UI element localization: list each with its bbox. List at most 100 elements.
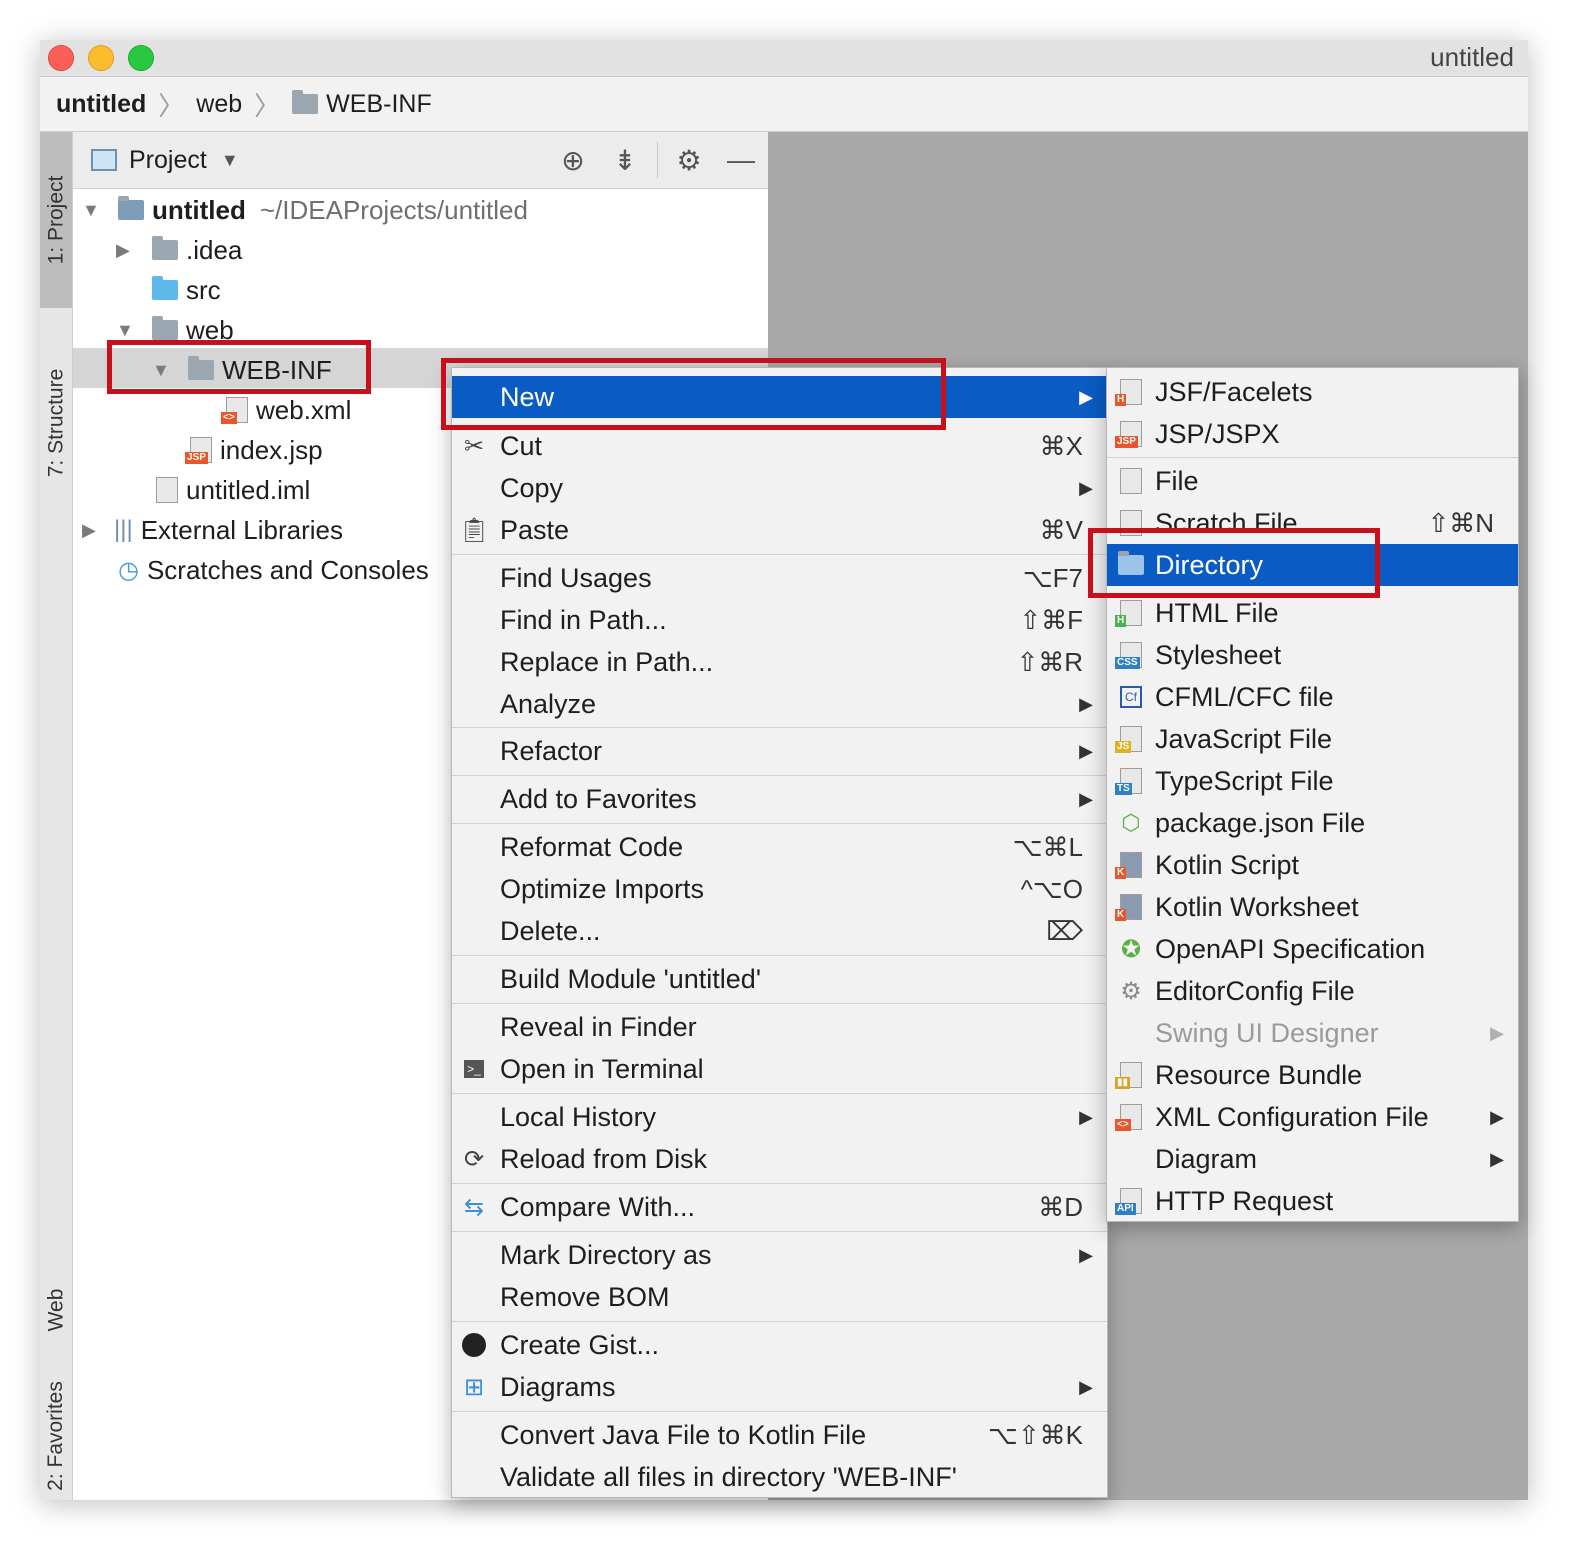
menu-label: Diagrams [500,1371,616,1402]
shortcut-label: ⌘V [1039,514,1083,545]
menu-separator [452,955,1107,956]
submenu-item-jsp[interactable]: JSP JSP/JSPX [1107,413,1518,455]
submenu-item-diagram[interactable]: Diagram ▶ [1107,1138,1518,1180]
menu-label: Optimize Imports [500,873,705,904]
menu-item-reload-from-disk[interactable]: ⟳ Reload from Disk [452,1138,1107,1180]
tree-item-src[interactable]: src [152,270,221,310]
breadcrumb-item-web[interactable]: web [196,90,242,119]
menu-label: XML Configuration File [1155,1101,1429,1132]
javascript-file-icon: JS [1115,725,1145,753]
submenu-item-openapi[interactable]: ✪ OpenAPI Specification [1107,928,1518,970]
tab-favorites[interactable]: 2: Favorites [40,1372,72,1500]
shortcut-label: ⇧⌘R [1016,646,1083,677]
tree-item-untitled[interactable]: ▼ untitled ~/IDEAProjects/untitled [82,190,528,230]
tree-item-scratches[interactable]: ◷ Scratches and Consoles [118,550,429,590]
breadcrumb-item-untitled[interactable]: untitled [56,90,146,119]
menu-item-compare-with[interactable]: ⇆ Compare With... ⌘D [452,1186,1107,1228]
menu-item-diagrams[interactable]: ⊞ Diagrams ▶ [452,1366,1107,1408]
chevron-right-icon: 〉 [158,90,185,121]
menu-item-refactor[interactable]: Refactor ▶ [452,730,1107,772]
breadcrumb-item-webinf[interactable]: WEB-INF [292,90,432,119]
close-window-button[interactable] [48,45,74,71]
chevron-down-icon[interactable]: ▼ [221,150,239,171]
menu-item-find-in-path[interactable]: Find in Path... ⇧⌘F [452,599,1107,641]
collapse-all-icon[interactable]: ⇟ [609,144,641,176]
submenu-item-editorconfig[interactable]: ⚙ EditorConfig File [1107,970,1518,1012]
menu-separator [452,1093,1107,1094]
menu-label: Paste [500,514,570,545]
menu-item-local-history[interactable]: Local History ▶ [452,1096,1107,1138]
expanded-arrow-icon: ▼ [116,319,134,340]
menu-item-build-module[interactable]: Build Module 'untitled' [452,958,1107,1000]
tree-item-iml[interactable]: untitled.iml [156,470,310,510]
submenu-item-html[interactable]: H HTML File [1107,592,1518,634]
submenu-item-kotlin-worksheet[interactable]: K Kotlin Worksheet [1107,886,1518,928]
menu-item-replace-in-path[interactable]: Replace in Path... ⇧⌘R [452,641,1107,683]
tree-item-external-libraries[interactable]: ▶ ||| External Libraries [82,510,343,550]
submenu-item-kotlin-script[interactable]: K Kotlin Script [1107,844,1518,886]
submenu-item-jsf[interactable]: H JSF/Facelets [1107,371,1518,413]
submenu-item-file[interactable]: File [1107,460,1518,502]
tab-structure-label: 7: Structure [44,368,67,478]
menu-label: Create Gist... [500,1329,660,1360]
gear-icon[interactable]: ⚙ [673,144,705,176]
menu-label: Reformat Code [500,831,684,862]
menu-item-reveal-in-finder[interactable]: Reveal in Finder [452,1006,1107,1048]
menu-separator [452,554,1107,555]
tab-web[interactable]: Web [40,1262,72,1358]
tab-structure[interactable]: 7: Structure [40,328,72,518]
menu-item-remove-bom[interactable]: Remove BOM [452,1276,1107,1318]
menu-item-reformat-code[interactable]: Reformat Code ⌥⌘L [452,826,1107,868]
submenu-item-cfml[interactable]: Cf CFML/CFC file [1107,676,1518,718]
menu-label: Validate all files in directory 'WEB-INF… [500,1461,957,1492]
menu-item-validate-all[interactable]: Validate all files in directory 'WEB-INF… [452,1456,1107,1498]
submenu-item-resource-bundle[interactable]: ▮▮ Resource Bundle [1107,1054,1518,1096]
cfml-file-icon: Cf [1117,683,1145,711]
highlight-box-webinf [107,340,371,394]
menu-item-create-gist[interactable]: Create Gist... [452,1324,1107,1366]
menu-item-analyze[interactable]: Analyze ▶ [452,683,1107,725]
project-view-icon [91,149,117,171]
openapi-icon: ✪ [1120,935,1142,963]
tree-label: .idea [186,234,243,265]
submenu-item-javascript[interactable]: JS JavaScript File [1107,718,1518,760]
menu-label: Cut [500,430,543,461]
menu-item-convert-java[interactable]: Convert Java File to Kotlin File ⌥⇧⌘K [452,1414,1107,1456]
menu-label: TypeScript File [1155,765,1334,796]
menu-item-delete[interactable]: Delete... ⌦ [452,910,1107,952]
collapsed-arrow-icon: ▶ [82,519,96,540]
tree-item-idea[interactable]: ▶ .idea [116,230,242,270]
menu-label: Open in Terminal [500,1053,704,1084]
menu-label: Kotlin Worksheet [1155,891,1359,922]
shortcut-label: ^⌥O [1020,873,1083,904]
submenu-item-packagejson[interactable]: ⬡ package.json File [1107,802,1518,844]
project-view-selector[interactable]: Project [129,146,207,175]
menu-item-copy[interactable]: Copy ▶ [452,467,1107,509]
locate-icon[interactable]: ⊕ [557,144,589,176]
minimize-window-button[interactable] [88,45,114,71]
submenu-item-http-request[interactable]: API HTTP Request [1107,1180,1518,1222]
menu-item-paste[interactable]: 📋︎ Paste ⌘V [452,509,1107,551]
menu-label: Kotlin Script [1155,849,1300,880]
submenu-item-stylesheet[interactable]: CSS Stylesheet [1107,634,1518,676]
hide-panel-icon[interactable]: — [725,144,757,176]
highlight-box-directory [1088,528,1380,598]
menu-item-optimize-imports[interactable]: Optimize Imports ^⌥O [452,868,1107,910]
submenu-item-swing[interactable]: Swing UI Designer ▶ [1107,1012,1518,1054]
submenu-arrow-icon: ▶ [1079,477,1093,498]
tree-item-indexjsp[interactable]: JSP index.jsp [185,430,323,470]
tab-project[interactable]: 1: Project [40,132,72,308]
menu-item-mark-directory-as[interactable]: Mark Directory as ▶ [452,1234,1107,1276]
zoom-window-button[interactable] [128,45,154,71]
menu-item-open-in-terminal[interactable]: >_ Open in Terminal [452,1048,1107,1090]
menu-item-cut[interactable]: ✂ Cut ⌘X [452,425,1107,467]
submenu-item-xml-config[interactable]: <> XML Configuration File ▶ [1107,1096,1518,1138]
terminal-icon: >_ [460,1055,488,1083]
menu-item-find-usages[interactable]: Find Usages ⌥F7 [452,557,1107,599]
tree-item-webxml[interactable]: <> web.xml [221,390,351,430]
submenu-arrow-icon: ▶ [1490,1106,1504,1127]
menu-separator [452,1321,1107,1322]
submenu-item-typescript[interactable]: TS TypeScript File [1107,760,1518,802]
menu-item-add-to-favorites[interactable]: Add to Favorites ▶ [452,778,1107,820]
tree-path: ~/IDEAProjects/untitled [259,194,528,225]
